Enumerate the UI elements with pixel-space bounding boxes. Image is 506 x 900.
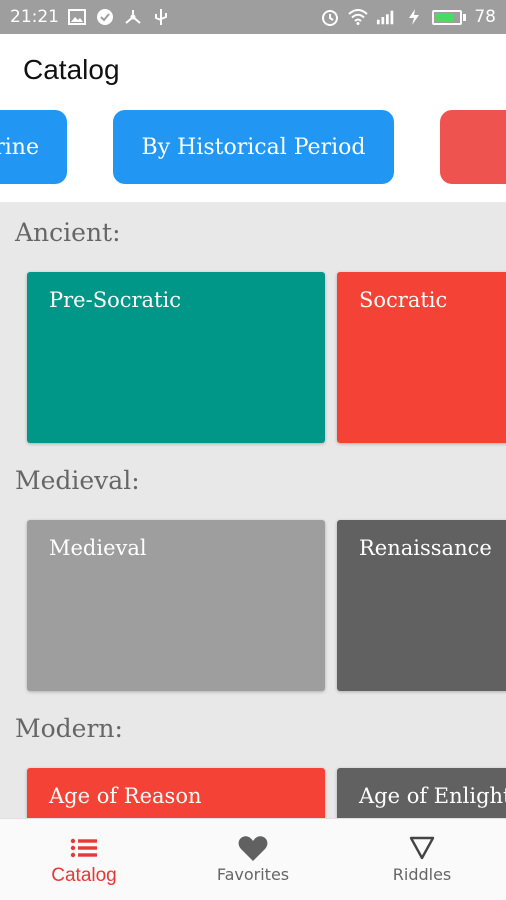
catalog-content[interactable]: Ancient: Pre-Socratic Socratic Medieval:… — [0, 202, 506, 818]
list-icon — [70, 833, 98, 863]
filter-chip-doctrine[interactable]: rine — [0, 110, 67, 184]
share-node-icon — [123, 7, 143, 27]
card-title: Age of Reason — [49, 784, 202, 808]
chip-label: By Historical Period — [141, 134, 366, 160]
status-time: 21:21 — [10, 7, 59, 27]
image-icon — [67, 7, 87, 27]
section-label-ancient: Ancient: — [15, 218, 121, 247]
triangle-icon — [409, 833, 435, 863]
card-title: Pre-Socratic — [49, 288, 181, 312]
alarm-icon — [320, 7, 340, 27]
nav-label: Catalog — [51, 865, 117, 886]
card-pre-socratic[interactable]: Pre-Socratic — [27, 272, 325, 443]
section-label-modern: Modern: — [15, 714, 123, 743]
nav-label: Riddles — [392, 865, 452, 884]
card-socratic[interactable]: Socratic — [337, 272, 506, 443]
card-title: Medieval — [49, 536, 147, 560]
nav-item-riddles[interactable]: Riddles — [338, 819, 506, 900]
usb-icon — [151, 7, 171, 27]
chip-label: rine — [0, 134, 39, 160]
app-header: Catalog rine By Historical Period — [0, 34, 506, 202]
signal-icon — [376, 7, 396, 27]
nav-item-catalog[interactable]: Catalog — [0, 819, 168, 900]
charging-bolt-icon — [404, 7, 424, 27]
card-title: Socratic — [359, 288, 448, 312]
card-title: Renaissance — [359, 536, 492, 560]
status-bar: 21:21 78 — [0, 0, 506, 34]
check-circle-icon — [95, 7, 115, 27]
battery-icon — [432, 9, 467, 25]
page-title: Catalog — [23, 54, 120, 85]
section-label-medieval: Medieval: — [15, 466, 140, 495]
battery-percent: 78 — [474, 7, 496, 27]
heart-icon — [238, 833, 268, 863]
card-age-of-reason[interactable]: Age of Reason — [27, 768, 325, 818]
status-left: 21:21 — [10, 7, 171, 27]
nav-item-favorites[interactable]: Favorites — [169, 819, 337, 900]
status-right: 78 — [320, 7, 496, 27]
nav-label: Favorites — [216, 865, 290, 884]
card-age-of-enlightenment[interactable]: Age of Enlightenment — [337, 768, 506, 818]
wifi-icon — [348, 7, 369, 27]
card-renaissance[interactable]: Renaissance — [337, 520, 506, 691]
card-medieval[interactable]: Medieval — [27, 520, 325, 691]
filter-chip-next[interactable] — [440, 110, 506, 184]
bottom-nav: Catalog Favorites Riddles — [0, 818, 506, 900]
card-title: Age of Enlightenment — [359, 784, 506, 808]
filter-chip-historical-period[interactable]: By Historical Period — [113, 110, 394, 184]
